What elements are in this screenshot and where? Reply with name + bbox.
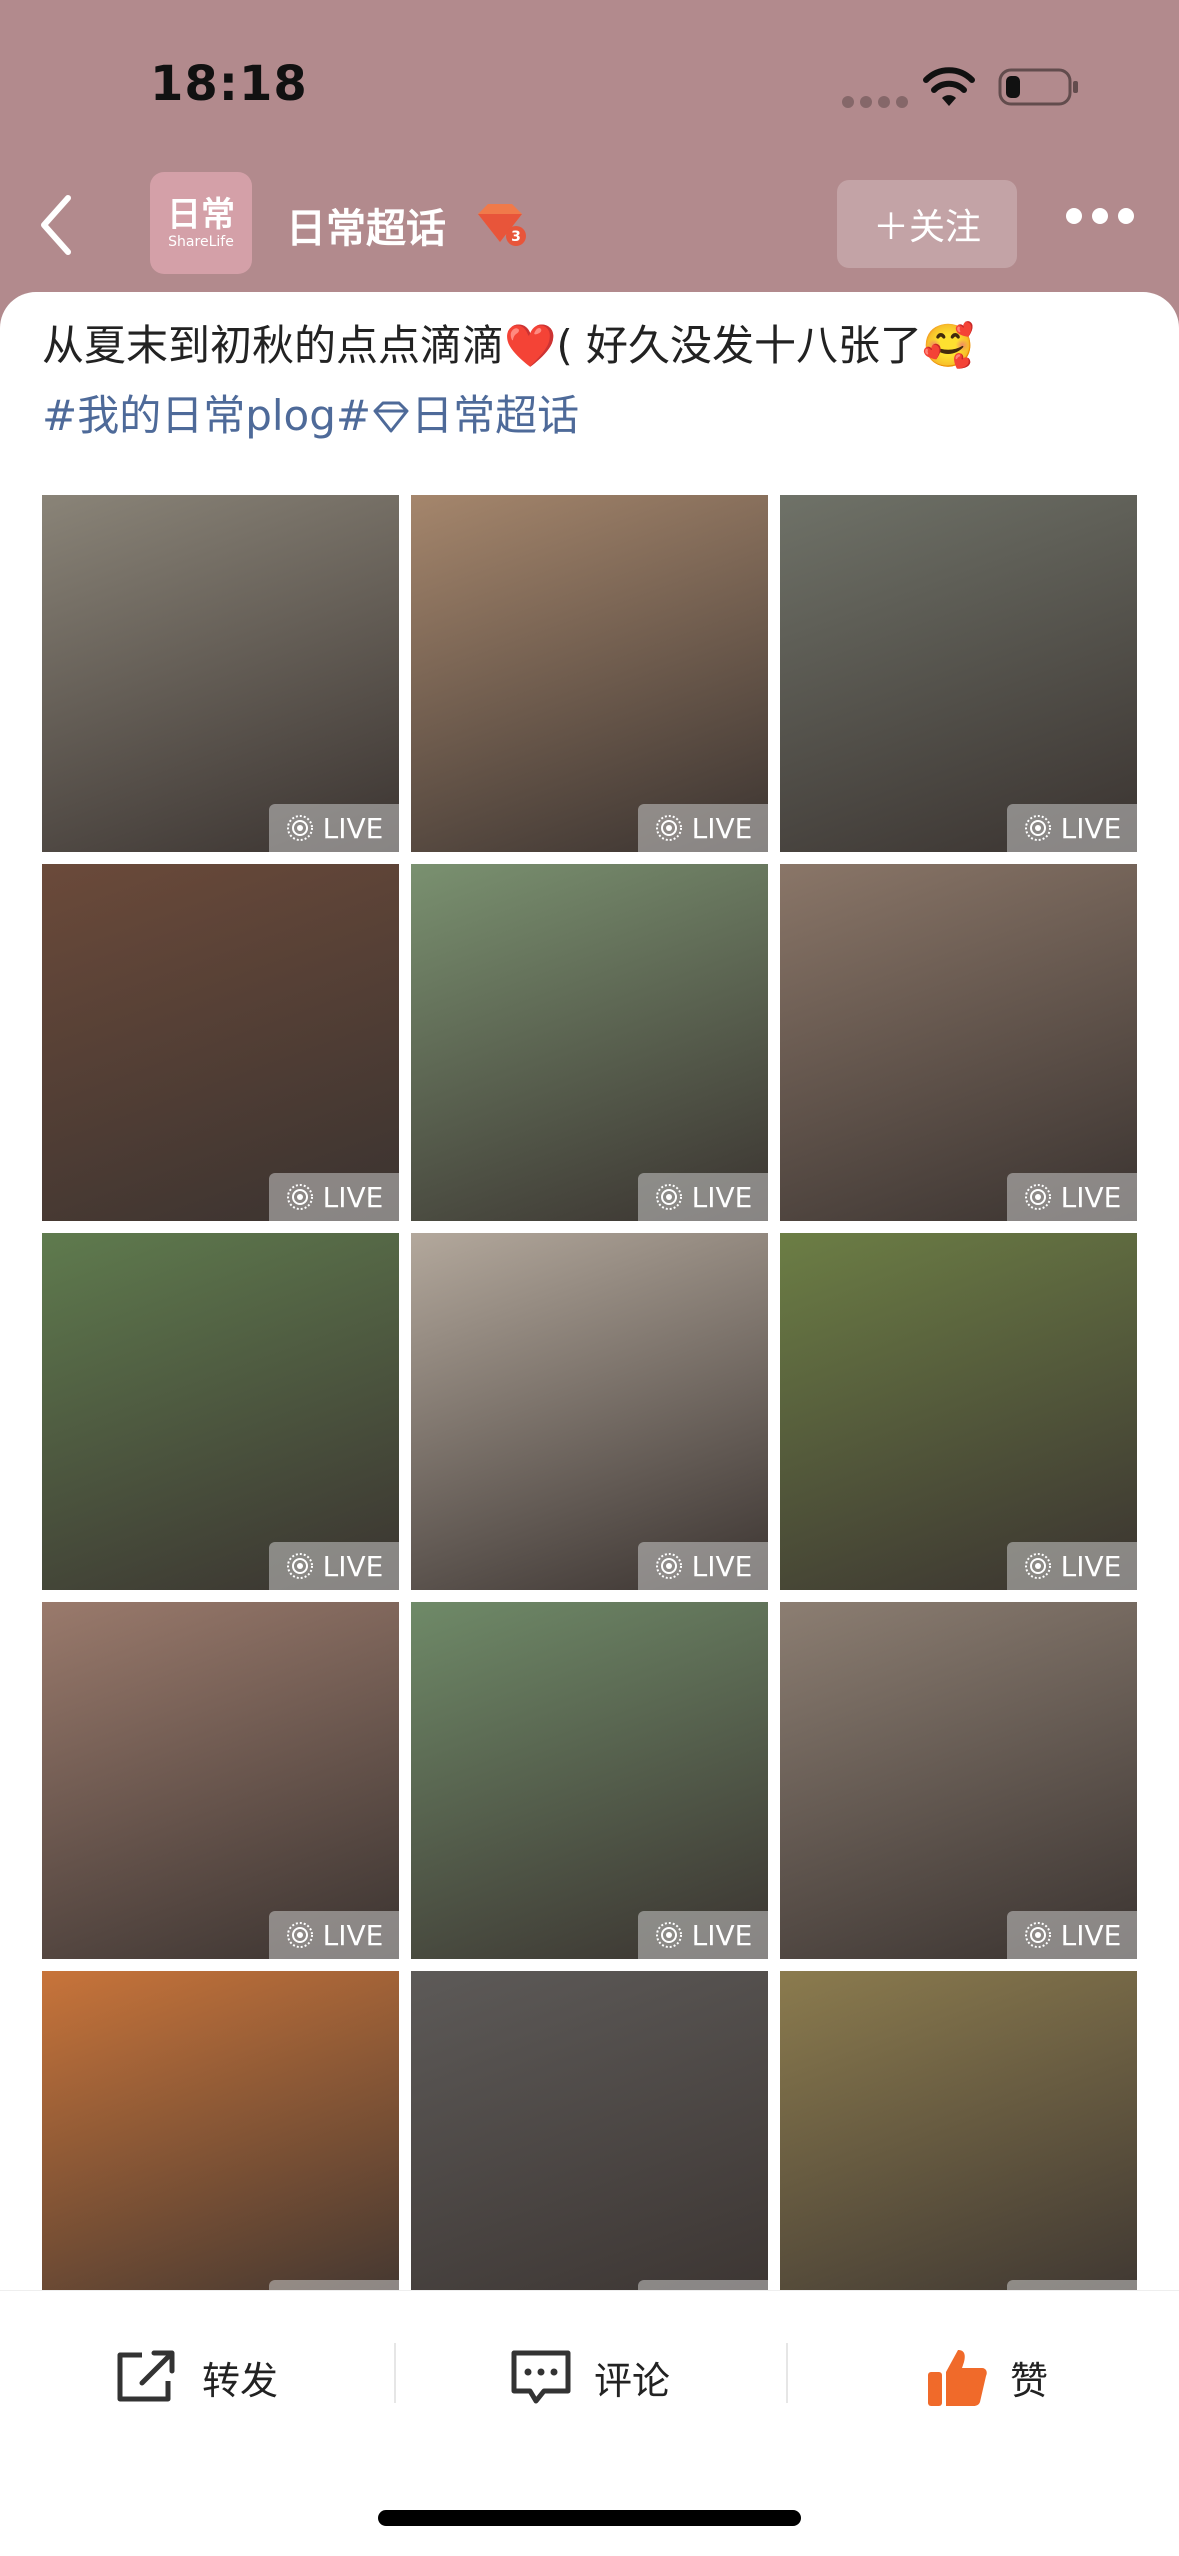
photo-cafe-dog[interactable]: LIVE	[780, 495, 1137, 852]
divider	[394, 2343, 396, 2403]
live-photo-icon	[1024, 1553, 1051, 1579]
wifi-icon	[923, 67, 975, 106]
status-time: 18:18	[150, 56, 308, 112]
live-badge: LIVE	[638, 2280, 768, 2290]
photo-selfie-braid[interactable]: LIVE	[42, 864, 399, 1221]
live-photo-icon	[286, 1922, 313, 1948]
hashtag-link[interactable]: #我的日常plog#	[42, 391, 371, 440]
live-label: LIVE	[691, 1549, 753, 1583]
post-text: 从夏末到初秋的点点滴滴❤️( 好久没发十八张了🥰	[42, 312, 1142, 380]
live-photo-icon	[286, 815, 313, 841]
live-photo-icon	[655, 1184, 682, 1210]
like-button[interactable]: 赞	[924, 2337, 1048, 2417]
live-badge: LIVE	[269, 1911, 399, 1959]
photo-restaurant-meal[interactable]: LIVE	[780, 1971, 1137, 2290]
smiling-face-emoji: 🥰	[922, 321, 975, 370]
live-badge: LIVE	[1007, 1173, 1137, 1221]
live-badge: LIVE	[638, 1542, 768, 1590]
live-photo-icon	[286, 1184, 313, 1210]
post-text-after: ( 好久没发十八张了	[556, 321, 923, 370]
live-photo-icon	[655, 1922, 682, 1948]
live-photo-icon	[1024, 815, 1051, 841]
photo-selfie-couch[interactable]: LIVE	[411, 495, 768, 852]
post-tags: #我的日常plog# 日常超话	[42, 382, 1142, 450]
follow-button[interactable]: ＋关注	[837, 180, 1017, 268]
cellular-signal-icon	[842, 96, 908, 108]
live-label: LIVE	[1060, 1180, 1122, 1214]
live-label: LIVE	[691, 1180, 753, 1214]
live-photo-icon	[1024, 1922, 1051, 1948]
thumbs-up-icon	[928, 2350, 987, 2406]
live-label: LIVE	[322, 1180, 384, 1214]
live-badge: LIVE	[638, 804, 768, 852]
live-photo-icon	[1024, 1184, 1051, 1210]
live-badge: LIVE	[269, 1173, 399, 1221]
live-label: LIVE	[322, 811, 384, 845]
header-background	[0, 0, 1179, 330]
divider	[786, 2343, 788, 2403]
live-label: LIVE	[1060, 1549, 1122, 1583]
more-options-icon[interactable]	[1066, 208, 1134, 224]
photo-grid: LIVE LIVE LIVE LIVE LIVE LIVE LIVE LIVE LIVE LIVE…	[42, 495, 1138, 2290]
live-label: LIVE	[322, 1549, 384, 1583]
share-button[interactable]: 转发	[112, 2337, 278, 2417]
live-label: LIVE	[691, 811, 753, 845]
comment-icon	[511, 2350, 571, 2404]
live-photo-icon	[286, 1553, 313, 1579]
photo-selfie-closeup[interactable]: LIVE	[42, 1602, 399, 1959]
topic-logo[interactable]: 日常 ShareLife	[150, 172, 252, 274]
photo-car-selfie[interactable]: LIVE	[411, 1233, 768, 1590]
topic-title[interactable]: 日常超话	[286, 196, 446, 254]
live-badge: LIVE	[269, 2280, 399, 2290]
comment-label: 评论	[594, 2358, 671, 2403]
live-label: LIVE	[691, 1918, 753, 1952]
photo-selfie-hand[interactable]: LIVE	[780, 864, 1137, 1221]
live-badge: LIVE	[638, 1173, 768, 1221]
live-badge: LIVE	[1007, 2280, 1137, 2290]
logo-main-text: 日常	[167, 195, 235, 235]
live-badge: LIVE	[1007, 1542, 1137, 1590]
heart-emoji: ❤️	[504, 321, 557, 370]
gem-topic-icon	[373, 401, 409, 433]
logo-sub-text: ShareLife	[168, 234, 234, 250]
live-photo-icon	[655, 1553, 682, 1579]
live-label: LIVE	[1060, 1918, 1122, 1952]
live-badge: LIVE	[269, 1542, 399, 1590]
photo-garden-canopy[interactable]: LIVE	[42, 1233, 399, 1590]
share-label: 转发	[202, 2358, 279, 2403]
live-label: LIVE	[322, 1918, 384, 1952]
back-arrow-icon[interactable]	[30, 190, 90, 260]
photo-park-dog-walk[interactable]: LIVE	[411, 864, 768, 1221]
live-label: LIVE	[1060, 811, 1122, 845]
battery-icon	[998, 68, 1078, 106]
live-badge: LIVE	[1007, 1911, 1137, 1959]
topic-link[interactable]: 日常超话	[411, 391, 579, 440]
share-icon	[117, 2350, 175, 2402]
gem-level-badge-icon: 3	[478, 204, 526, 246]
photo-two-women-doorway[interactable]: LIVE	[42, 495, 399, 852]
like-label: 赞	[1010, 2358, 1049, 2403]
live-photo-icon	[655, 815, 682, 841]
photo-orange-cat[interactable]: LIVE	[780, 1233, 1137, 1590]
home-indicator[interactable]	[378, 2510, 801, 2526]
level-number: 3	[511, 229, 521, 245]
comment-button[interactable]: 评论	[508, 2337, 670, 2417]
photo-orange-door[interactable]: LIVE	[42, 1971, 399, 2290]
photo-hill-dogs[interactable]: LIVE	[411, 1602, 768, 1959]
post-text-main: 从夏末到初秋的点点滴滴	[42, 321, 505, 370]
live-badge: LIVE	[638, 1911, 768, 1959]
live-badge: LIVE	[269, 804, 399, 852]
live-badge: LIVE	[1007, 804, 1137, 852]
photo-sunglasses-selfie[interactable]: LIVE	[411, 1971, 768, 2290]
photo-puppy-hug[interactable]: LIVE	[780, 1602, 1137, 1959]
